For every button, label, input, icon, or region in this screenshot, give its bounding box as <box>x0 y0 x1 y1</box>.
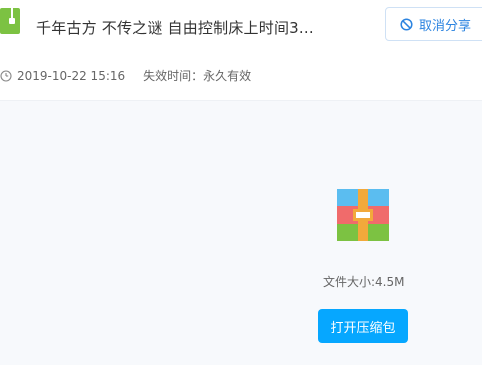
open-archive-button[interactable]: 打开压缩包 <box>318 309 408 343</box>
prohibit-icon <box>400 17 413 31</box>
share-time: 2019-10-22 15:16 <box>17 68 126 83</box>
cancel-share-label: 取消分享 <box>419 18 472 34</box>
share-meta: 2019-10-22 15:16 失效时间：永久有效 <box>0 67 251 84</box>
clock-icon <box>0 69 12 82</box>
preview-area <box>0 101 482 365</box>
expire-time: 失效时间：永久有效 <box>143 69 252 83</box>
file-size: 文件大小:4.5M <box>323 275 405 289</box>
rar-archive-icon <box>337 189 389 241</box>
file-title: 千年古方 不传之谜 自由控制床上时间3... <box>36 19 314 37</box>
share-page: 千年古方 不传之谜 自由控制床上时间3... 取消分享 2019-10-22 1… <box>0 0 482 365</box>
cancel-share-button[interactable]: 取消分享 <box>385 7 482 41</box>
share-header: 千年古方 不传之谜 自由控制床上时间3... 取消分享 2019-10-22 1… <box>0 0 482 101</box>
zip-file-icon <box>0 8 20 34</box>
